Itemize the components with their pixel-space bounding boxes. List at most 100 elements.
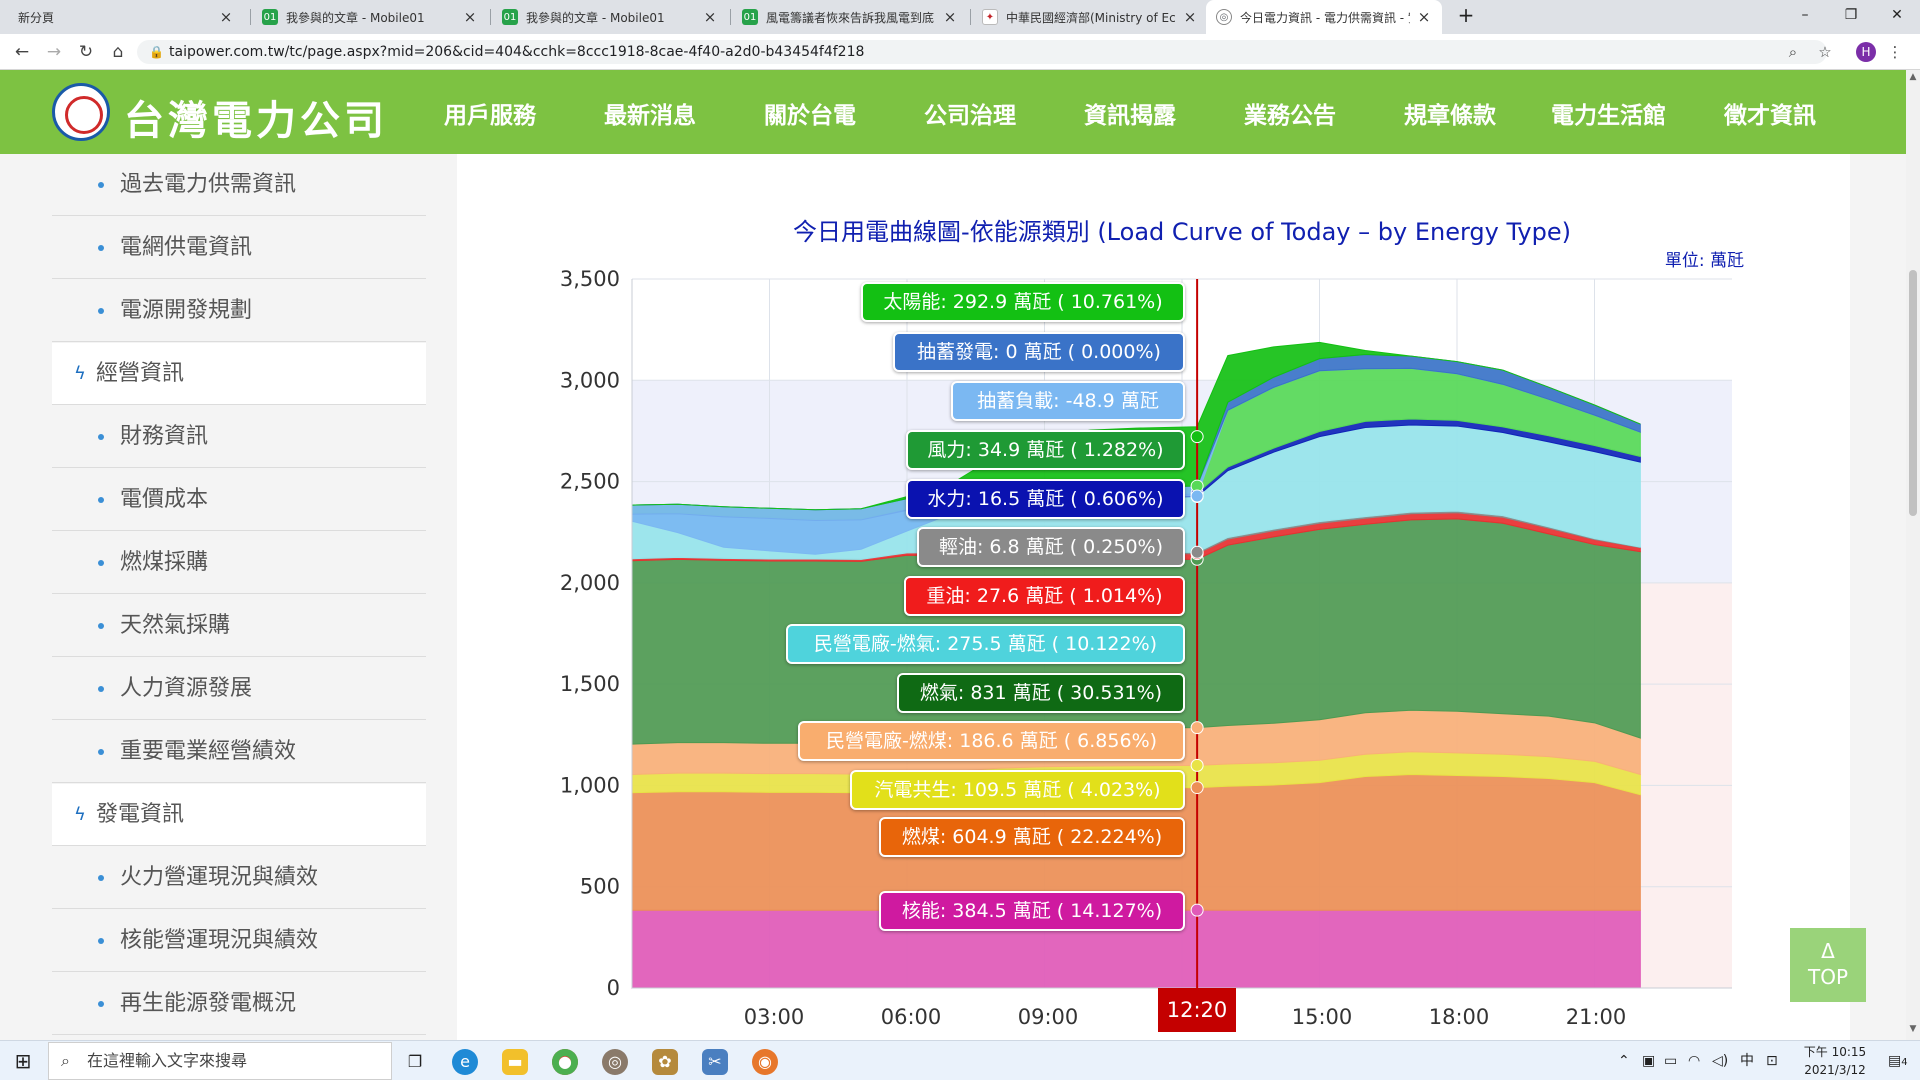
y-tick-label: 1,500 [560, 672, 620, 696]
series-tooltip: 輕油: 6.8 萬瓩 ( 0.250%) [917, 527, 1185, 567]
menu-dots-icon[interactable]: ⋮ [1884, 41, 1906, 63]
sidebar-item-coal-procurement[interactable]: 燃煤採購 [52, 532, 426, 594]
nav-item-about[interactable]: 關於台電 [764, 96, 856, 130]
reload-icon[interactable]: ↻ [74, 40, 98, 64]
nav-item-news[interactable]: 最新消息 [604, 96, 696, 130]
close-icon[interactable]: × [702, 8, 718, 26]
close-icon[interactable]: × [462, 8, 478, 26]
ime-indicator[interactable]: 中 [1740, 1041, 1754, 1081]
profile-avatar[interactable]: H [1856, 42, 1876, 62]
nav-item-careers[interactable]: 徵才資訊 [1724, 96, 1816, 130]
url-field[interactable]: 🔒 taipower.com.tw/tc/page.aspx?mid=206&c… [137, 40, 1827, 64]
x-tick-label: 15:00 [1291, 1005, 1353, 1029]
home-icon[interactable]: ⌂ [106, 40, 130, 64]
series-tooltip: 太陽能: 292.9 萬瓩 ( 10.761%) [861, 282, 1185, 322]
close-icon[interactable]: × [942, 8, 958, 26]
search-icon: ⌕ [61, 1051, 70, 1070]
x-tick-label: 18:00 [1428, 1005, 1490, 1029]
app-icon[interactable]: ✿ [652, 1049, 678, 1075]
notification-icon[interactable]: ▤4 [1888, 1041, 1908, 1083]
nav-item-regulations[interactable]: 規章條款 [1404, 96, 1496, 130]
back-arrow-icon[interactable]: ← [10, 40, 34, 64]
taskbar-search-input[interactable]: ⌕ 在這裡輸入文字來搜尋 [48, 1042, 392, 1080]
volume-icon[interactable]: ◁) [1712, 1041, 1728, 1081]
mobile01-favicon-icon: 01 [262, 9, 278, 25]
page-scrollbar[interactable]: ▲ ▼ [1906, 70, 1920, 1040]
cursor-marker [1190, 903, 1204, 917]
nav-item-announcements[interactable]: 業務公告 [1244, 96, 1336, 130]
chrome-icon[interactable]: ● [552, 1049, 578, 1075]
sidebar-category-generation[interactable]: ϟ 發電資訊 [52, 784, 426, 846]
nav-item-customer-service[interactable]: 用戶服務 [444, 96, 536, 130]
y-tick-label: 0 [607, 976, 620, 1000]
browser-tab[interactable]: 新分頁 × [8, 0, 244, 34]
tray-chevron-icon[interactable]: ⌃ [1618, 1041, 1630, 1081]
edge-icon[interactable]: e [452, 1049, 478, 1075]
new-tab-button[interactable]: + [1452, 0, 1480, 30]
cursor-marker [1190, 545, 1204, 559]
series-tooltip: 抽蓄負載: -48.9 萬瓩 [951, 381, 1185, 421]
close-icon[interactable]: × [1416, 8, 1432, 26]
browser-tab-strip: 新分頁 × 01 我參與的文章 - Mobile01 × 01 我參與的文章 -… [0, 0, 1920, 34]
tray-app-icon[interactable]: ▣ [1642, 1041, 1655, 1081]
sidebar-item-performance[interactable]: 重要電業經營績效 [52, 721, 426, 783]
scrollbar-thumb[interactable] [1909, 270, 1917, 516]
back-to-top-button[interactable]: Δ TOP [1790, 928, 1866, 1002]
taipower-logo-icon[interactable] [52, 83, 110, 141]
task-view-icon[interactable]: ❐ [402, 1049, 428, 1075]
close-icon[interactable]: × [1182, 8, 1198, 26]
minimize-button[interactable]: – [1782, 0, 1828, 30]
scroll-up-arrow-icon[interactable]: ▲ [1906, 72, 1920, 82]
sidebar-category-business[interactable]: ϟ 經營資訊 [52, 343, 426, 405]
taskbar-clock[interactable]: 下午 10:15 2021/3/12 [1798, 1043, 1872, 1079]
sidebar-item-price-cost[interactable]: 電價成本 [52, 469, 426, 531]
windows-start-icon[interactable]: ⊞ [0, 1041, 46, 1081]
series-tooltip: 抽蓄發電: 0 萬瓩 ( 0.000%) [893, 332, 1185, 372]
browser-tab[interactable]: 01 我參與的文章 - Mobile01 × [492, 0, 728, 34]
search-placeholder: 在這裡輸入文字來搜尋 [87, 1051, 248, 1070]
tab-title: 我參與的文章 - Mobile01 [526, 10, 665, 25]
browser-tab[interactable]: ✦ 中華民國經濟部(Ministry of Eco × [972, 0, 1208, 34]
sidebar-item-renewable[interactable]: 再生能源發電概況 [52, 973, 426, 1035]
ime-mode-icon[interactable]: ⊡ [1766, 1041, 1778, 1081]
nav-item-governance[interactable]: 公司治理 [924, 96, 1016, 130]
browser-tab-active[interactable]: ◎ 今日電力資訊 - 電力供需資訊 - 實 × [1206, 0, 1442, 34]
sidebar-category-label: 發電資訊 [96, 802, 185, 827]
bookmark-star-icon[interactable]: ☆ [1814, 41, 1836, 63]
windows-taskbar: ⊞ ⌕ 在這裡輸入文字來搜尋 ❐ e ▬ ● ◎ ✿ ✂ ◉ ⌃ ▣ ▭ ◠ ◁… [0, 1040, 1920, 1080]
series-tooltip: 風力: 34.9 萬瓩 ( 1.282%) [906, 430, 1185, 470]
app-icon[interactable]: ◎ [602, 1049, 628, 1075]
sidebar-item-finance[interactable]: 財務資訊 [52, 406, 426, 468]
sidebar-item-grid-supply[interactable]: 電網供電資訊 [52, 217, 426, 279]
sidebar-item-gas-procurement[interactable]: 天然氣採購 [52, 595, 426, 657]
sidebar-item-label: 電源開發規劃 [120, 298, 253, 323]
blender-icon[interactable]: ◉ [752, 1049, 778, 1075]
wifi-icon[interactable]: ◠ [1688, 1041, 1700, 1081]
battery-icon[interactable]: ▭ [1664, 1041, 1677, 1081]
close-icon[interactable]: × [218, 8, 234, 26]
sidebar-item-power-development[interactable]: 電源開發規劃 [52, 280, 426, 342]
sidebar-item-label: 核能營運現況與績效 [120, 928, 319, 953]
nav-item-disclosure[interactable]: 資訊揭露 [1084, 96, 1176, 130]
snipping-tool-icon[interactable]: ✂ [702, 1049, 728, 1075]
sidebar-item-nuclear[interactable]: 核能營運現況與績效 [52, 910, 426, 972]
browser-tab[interactable]: 01 風電籌議者恢來告訴我風電到底 × [732, 0, 968, 34]
logo-text[interactable]: 台灣電力公司 [124, 88, 388, 146]
sidebar-item-label: 重要電業經營績效 [120, 739, 297, 764]
scroll-down-arrow-icon[interactable]: ▼ [1906, 1024, 1920, 1034]
browser-tab[interactable]: 01 我參與的文章 - Mobile01 × [252, 0, 488, 34]
mobile01-favicon-icon: 01 [502, 9, 518, 25]
mobile01-favicon-icon: 01 [742, 9, 758, 25]
sidebar-item-hr[interactable]: 人力資源發展 [52, 658, 426, 720]
sidebar-item-past-supply[interactable]: 過去電力供需資訊 [52, 154, 426, 216]
file-explorer-icon[interactable]: ▬ [502, 1049, 528, 1075]
nav-item-power-life[interactable]: 電力生活館 [1551, 96, 1666, 130]
forward-arrow-icon[interactable]: → [42, 40, 66, 64]
cursor-marker [1190, 721, 1204, 735]
sidebar-item-thermal[interactable]: 火力營運現況與績效 [52, 847, 426, 909]
restore-button[interactable]: ❐ [1828, 0, 1874, 30]
close-window-button[interactable]: ✕ [1874, 0, 1920, 30]
y-tick-label: 3,500 [560, 267, 620, 291]
series-tooltip: 核能: 384.5 萬瓩 ( 14.127%) [879, 891, 1185, 931]
zoom-icon[interactable]: ⌕ [1782, 41, 1804, 63]
